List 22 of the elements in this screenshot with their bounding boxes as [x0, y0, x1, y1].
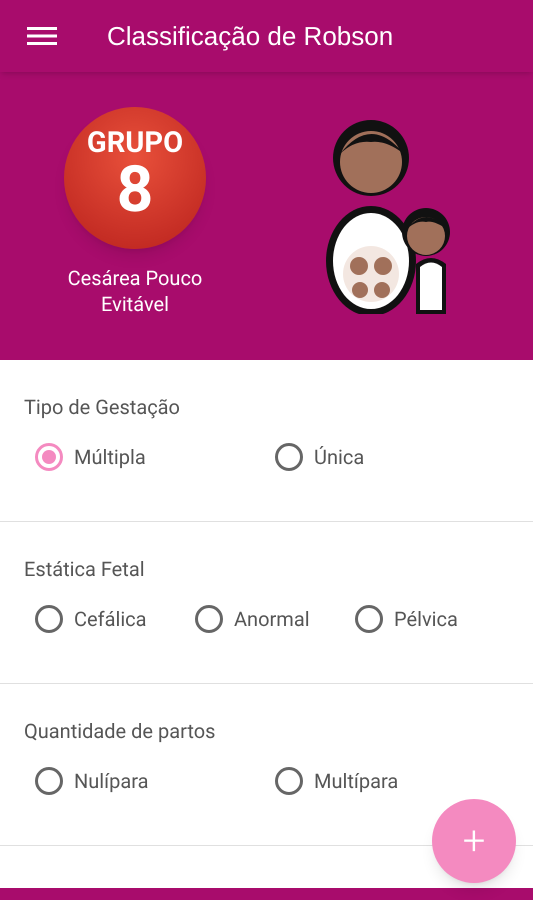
option-label[interactable]: Nulípara — [74, 766, 148, 796]
option-label[interactable]: Múltipla — [74, 442, 146, 472]
question-title: Quantidade de partos — [24, 718, 216, 744]
radio-button[interactable] — [35, 443, 63, 471]
radio-button[interactable] — [35, 767, 63, 795]
radio-button[interactable] — [275, 767, 303, 795]
radio-button[interactable] — [195, 605, 223, 633]
app-title: Classificação de Robson — [107, 20, 394, 52]
option-label[interactable]: Anormal — [234, 604, 310, 634]
radio-button[interactable] — [275, 443, 303, 471]
option-label[interactable]: Multípara — [314, 766, 398, 796]
radio-button[interactable] — [355, 605, 383, 633]
option-label[interactable]: Cefálica — [74, 604, 147, 634]
question-title: Estática Fetal — [24, 556, 146, 582]
group-label: GRUPO — [86, 128, 184, 158]
option-label[interactable]: Única — [314, 442, 364, 472]
group-description: Cesárea Pouco Evitável — [66, 265, 204, 317]
menu-icon[interactable] — [26, 24, 58, 48]
radio-button[interactable] — [35, 605, 63, 633]
option-label[interactable]: Pélvica — [394, 604, 458, 634]
question-title: Tipo de Gestação — [24, 394, 181, 420]
group-number: 8 — [116, 158, 154, 222]
